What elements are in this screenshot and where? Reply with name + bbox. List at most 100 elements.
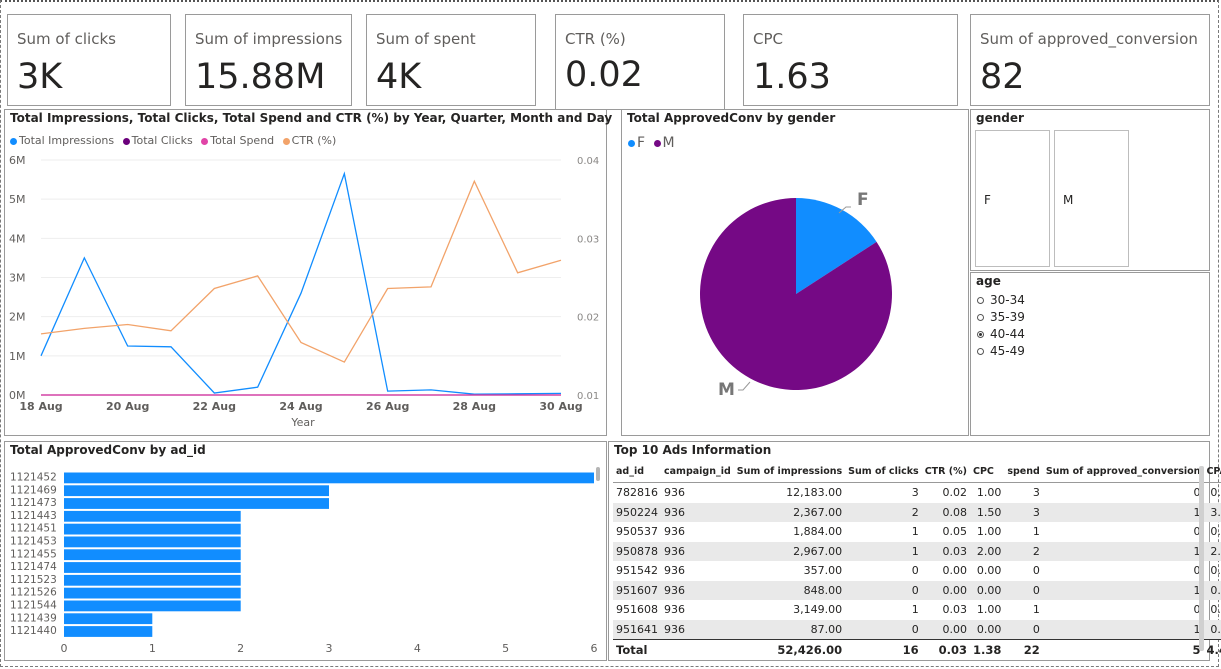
- column-header[interactable]: CPC: [969, 460, 1005, 483]
- table-cell: 0: [1004, 619, 1043, 640]
- table-cell: 0: [1032, 564, 1040, 578]
- table-cell: 936: [664, 603, 685, 617]
- table-cell: 0.00: [969, 580, 1005, 600]
- table-cell: 0: [845, 580, 922, 600]
- pie-chart-panel[interactable]: Total ApprovedConv by gender F M FM: [621, 109, 969, 436]
- table-cell: 0.00: [1210, 486, 1221, 500]
- table-scrollbar[interactable]: [1199, 466, 1204, 651]
- kpi-card-ctr[interactable]: CTR (%) 0.02: [555, 14, 725, 110]
- table-cell: 1: [911, 525, 919, 539]
- column-header[interactable]: CPA: [1203, 460, 1221, 483]
- pie-label-f: F: [857, 190, 869, 210]
- table-cell: 2: [1004, 541, 1043, 561]
- gender-option-f[interactable]: F: [975, 130, 1050, 267]
- table-cell: 951608: [616, 603, 658, 617]
- total-cell: 4.40: [1203, 639, 1221, 660]
- y-tick-label: 4M: [9, 232, 26, 245]
- table-cell: 1.50: [969, 502, 1005, 522]
- line-chart[interactable]: 0M1M2M3M4M5M6M0.010.020.030.0418 Aug 20 A…: [5, 110, 608, 437]
- gender-slicer-title: gender: [976, 111, 1024, 125]
- table-cell: 848.00: [733, 580, 846, 600]
- table-row[interactable]: 950537 936 1,884.00 1 0.05 1.00 1 0 0.00: [613, 522, 1221, 542]
- table-row[interactable]: 951607936848.0000.000.00010.00: [613, 580, 1221, 600]
- bar: [64, 600, 241, 612]
- gender-option-m[interactable]: M: [1054, 130, 1129, 267]
- table-cell: 2,367.00: [733, 502, 846, 522]
- table-cell: 87.00: [733, 619, 846, 640]
- x-tick-label: 2: [237, 642, 244, 655]
- table-cell: 936: [664, 564, 685, 578]
- kpi-card-clicks[interactable]: Sum of clicks 3K: [7, 14, 171, 106]
- table-cell: 950537: [616, 525, 658, 539]
- pie-chart[interactable]: FM: [622, 110, 970, 437]
- column-header[interactable]: spend: [1004, 460, 1043, 483]
- kpi-card-approved-conversion[interactable]: Sum of approved_conversion 82: [970, 14, 1210, 106]
- total-cell: 1.38: [969, 639, 1005, 660]
- table-row[interactable]: 95164193687.0000.000.00010.00: [613, 619, 1221, 640]
- table-cell: 2,967.00: [733, 541, 846, 561]
- x-tick-label: 18 Aug: [19, 400, 62, 413]
- table-cell: 0: [1193, 603, 1201, 617]
- age-option-30-34[interactable]: 30-34: [977, 293, 1025, 307]
- table-cell: 2.00: [969, 541, 1005, 561]
- bar-category-label: 1121544: [10, 600, 57, 612]
- table-cell: 3,149.00: [793, 603, 843, 617]
- bar-category-label: 1121440: [10, 625, 57, 637]
- table-cell: 950878: [613, 541, 661, 561]
- bar-category-label: 1121473: [10, 497, 57, 509]
- bar-chart-scrollbar[interactable]: [596, 467, 600, 481]
- table-row[interactable]: 951542 936 357.00 0 0.00 0.00 0 0 0.00: [613, 561, 1221, 581]
- kpi-label: Sum of approved_conversion: [980, 30, 1198, 48]
- table-row[interactable]: 9508789362,967.0010.032.00212.00: [613, 541, 1221, 561]
- table-cell: 0: [1193, 486, 1201, 500]
- table-cell: 0: [1193, 564, 1201, 578]
- column-header[interactable]: ad_id: [613, 460, 661, 483]
- table-cell: 0.00: [921, 619, 970, 640]
- age-option-40-44[interactable]: 40-44: [977, 327, 1025, 341]
- bar: [64, 626, 153, 637]
- age-slicer[interactable]: age 30-34 35-39 40-44 45-49: [970, 272, 1210, 436]
- kpi-value: 82: [980, 57, 1025, 97]
- x-axis-label: Year: [290, 416, 315, 429]
- table-cell: 0.00: [976, 564, 1002, 578]
- table-row[interactable]: 951608 936 3,149.00 1 0.03 1.00 1 0 0.00: [613, 600, 1221, 620]
- radio-icon: [977, 348, 984, 355]
- table-cell: 951641: [613, 619, 661, 640]
- kpi-value: 3K: [17, 57, 63, 97]
- kpi-value: 15.88M: [195, 57, 326, 97]
- age-option-35-39[interactable]: 35-39: [977, 310, 1025, 324]
- kpi-label: CPC: [753, 30, 783, 48]
- age-option-45-49[interactable]: 45-49: [977, 344, 1025, 358]
- table-cell: 0.03: [921, 541, 970, 561]
- line-chart-panel[interactable]: Total Impressions, Total Clicks, Total S…: [4, 109, 612, 437]
- total-cell: [661, 639, 734, 660]
- table-row[interactable]: 9502249362,367.0020.081.50313.00: [613, 502, 1221, 522]
- column-header[interactable]: Sum of clicks: [845, 460, 922, 483]
- leader-line: [738, 381, 751, 391]
- gender-slicer[interactable]: gender F M: [970, 109, 1210, 271]
- kpi-card-impressions[interactable]: Sum of impressions 15.88M: [185, 14, 352, 106]
- total-cell: 52,426.00: [733, 639, 846, 660]
- table-cell: 12,183.00: [786, 486, 843, 500]
- bar-category-label: 1121443: [10, 510, 57, 522]
- column-header[interactable]: Sum of impressions: [733, 460, 846, 483]
- kpi-card-cpc[interactable]: CPC 1.63: [743, 14, 958, 106]
- y-tick-label: 2M: [9, 311, 26, 324]
- column-header[interactable]: campaign_id: [661, 460, 734, 483]
- table-row[interactable]: 782816 936 12,183.00 3 0.02 1.00 3 0 0.00: [613, 483, 1221, 503]
- series-line-ctr: [40, 179, 562, 363]
- column-header[interactable]: Sum of approved_conversion: [1042, 460, 1204, 483]
- x-tick-label: 20 Aug: [106, 400, 149, 413]
- table-cell: 936: [661, 502, 734, 522]
- table-cell: 0.00: [1210, 564, 1221, 578]
- table-panel[interactable]: Top 10 Ads Information ad_id campaign_id S…: [608, 441, 1221, 661]
- x-tick-label: 30 Aug: [539, 400, 582, 413]
- x-tick-label: 4: [414, 642, 421, 655]
- bar-category-label: 1121439: [10, 612, 57, 624]
- kpi-card-spent[interactable]: Sum of spent 4K: [366, 14, 536, 106]
- bar-chart-panel[interactable]: Total ApprovedConv by ad_id 1121452 11214…: [4, 441, 607, 661]
- column-header[interactable]: CTR (%): [921, 460, 970, 483]
- table-cell: 951607: [613, 580, 661, 600]
- table-cell: 0.03: [942, 603, 967, 617]
- bar-chart[interactable]: 1121452112146911214731121443112145111214…: [5, 442, 608, 662]
